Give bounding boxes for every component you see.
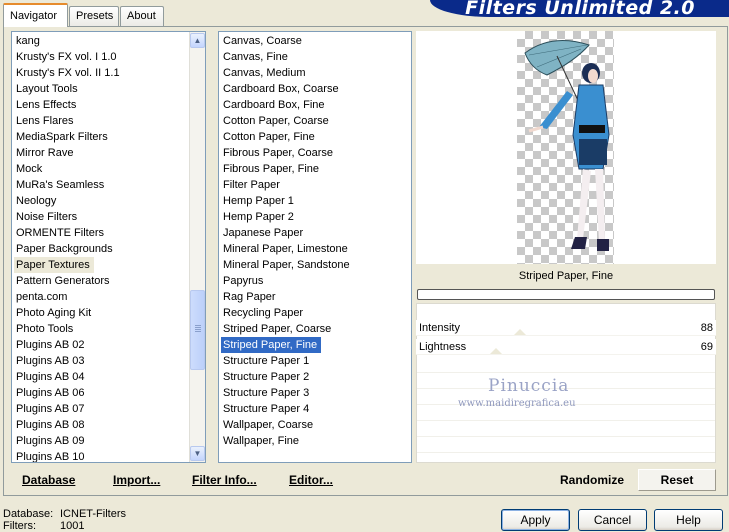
filters-status-value: 1001 [60, 520, 85, 532]
filter-item[interactable]: Cardboard Box, Coarse [221, 81, 409, 97]
category-item[interactable]: Plugins AB 09 [14, 433, 186, 449]
filter-item[interactable]: Structure Paper 4 [221, 401, 409, 417]
watermark-name: Pinuccia [488, 376, 570, 396]
filter-item[interactable]: Papyrus [221, 273, 409, 289]
scroll-up-icon[interactable]: ▲ [190, 33, 205, 48]
import-button[interactable]: Import... [113, 473, 160, 487]
category-item[interactable]: Layout Tools [14, 81, 186, 97]
category-item[interactable]: Mirror Rave [14, 145, 186, 161]
cancel-button[interactable]: Cancel [578, 509, 647, 531]
help-button[interactable]: Help [654, 509, 723, 531]
filter-item[interactable]: Striped Paper, Coarse [221, 321, 409, 337]
editor-button[interactable]: Editor... [289, 473, 333, 487]
scroll-down-icon[interactable]: ▼ [190, 446, 205, 461]
tab-about[interactable]: About [120, 6, 164, 26]
category-item[interactable]: Krusty's FX vol. II 1.1 [14, 65, 186, 81]
filter-item[interactable]: Structure Paper 3 [221, 385, 409, 401]
filter-item[interactable]: Mineral Paper, Limestone [221, 241, 409, 257]
param-lightness[interactable]: Lightness 69 [416, 339, 716, 355]
filter-item[interactable]: Rag Paper [221, 289, 409, 305]
category-item[interactable]: Noise Filters [14, 209, 186, 225]
category-item[interactable]: Paper Textures [14, 257, 94, 273]
filter-item[interactable]: Canvas, Fine [221, 49, 409, 65]
filter-item[interactable]: Structure Paper 1 [221, 353, 409, 369]
filter-item[interactable]: Japanese Paper [221, 225, 409, 241]
category-item[interactable]: Plugins AB 10 [14, 449, 186, 462]
filter-item[interactable]: Structure Paper 2 [221, 369, 409, 385]
category-list[interactable]: kang Krusty's FX vol. I 1.0 Krusty's FX vo… [11, 31, 206, 463]
category-item[interactable]: Neology [14, 193, 186, 209]
slider-thumb-icon[interactable] [514, 329, 526, 335]
filter-item[interactable]: Striped Paper, Fine [221, 337, 322, 353]
empty-param-rows [417, 357, 715, 462]
filter-item[interactable]: Canvas, Medium [221, 65, 409, 81]
tab-presets[interactable]: Presets [69, 6, 119, 26]
category-item[interactable]: Lens Effects [14, 97, 186, 113]
filter-item[interactable]: Recycling Paper [221, 305, 409, 321]
category-item[interactable]: Krusty's FX vol. I 1.0 [14, 49, 186, 65]
randomize-button[interactable]: Randomize [560, 473, 624, 487]
filter-item[interactable]: Cotton Paper, Fine [221, 129, 409, 145]
category-item[interactable]: MediaSpark Filters [14, 129, 186, 145]
filter-item[interactable]: Cotton Paper, Coarse [221, 113, 409, 129]
apply-button[interactable]: Apply [501, 509, 570, 531]
filter-item[interactable]: Filter Paper [221, 177, 409, 193]
preview-image [517, 31, 614, 264]
param-lightness-value: 69 [700, 341, 713, 353]
param-intensity-value: 88 [700, 322, 713, 334]
category-item[interactable]: penta.com [14, 289, 186, 305]
filter-item[interactable]: Fibrous Paper, Coarse [221, 145, 409, 161]
figure-illustration [524, 40, 610, 251]
category-item[interactable]: Paper Backgrounds [14, 241, 186, 257]
database-button[interactable]: Database [22, 473, 75, 487]
title-banner: Filters Unlimited 2.0 [430, 0, 729, 19]
category-item[interactable]: ORMENTE Filters [14, 225, 186, 241]
filter-item[interactable]: Cardboard Box, Fine [221, 97, 409, 113]
category-scrollbar[interactable]: ▲ ▼ [189, 32, 205, 462]
tab-navigator[interactable]: Navigator [3, 3, 68, 27]
category-item[interactable]: kang [14, 33, 186, 49]
filter-item[interactable]: Fibrous Paper, Fine [221, 161, 409, 177]
filters-status-label: Filters: [3, 520, 36, 532]
filter-item[interactable]: Canvas, Coarse [221, 33, 409, 49]
category-item[interactable]: MuRa's Seamless [14, 177, 186, 193]
watermark-url: www.maidiregrafica.eu [458, 398, 576, 409]
reset-button[interactable]: Reset [638, 469, 716, 491]
slider-thumb-icon[interactable] [490, 348, 502, 354]
category-item[interactable]: Plugins AB 03 [14, 353, 186, 369]
param-lightness-label: Lightness [419, 341, 467, 353]
category-item[interactable]: Lens Flares [14, 113, 186, 129]
preview-panel [416, 31, 716, 264]
category-item[interactable]: Plugins AB 08 [14, 417, 186, 433]
category-item[interactable]: Plugins AB 04 [14, 369, 186, 385]
progress-bar [417, 289, 715, 300]
category-item[interactable]: Photo Aging Kit [14, 305, 186, 321]
param-intensity[interactable]: Intensity 88 [416, 320, 716, 336]
category-item[interactable]: Plugins AB 07 [14, 401, 186, 417]
database-status-value: ICNET-Filters [60, 508, 126, 520]
category-item[interactable]: Plugins AB 06 [14, 385, 186, 401]
scrollbar-thumb[interactable] [190, 290, 205, 370]
filter-item[interactable]: Mineral Paper, Sandstone [221, 257, 409, 273]
category-item[interactable]: Mock [14, 161, 186, 177]
param-intensity-label: Intensity [419, 322, 460, 334]
preview-caption: Striped Paper, Fine [518, 270, 614, 282]
category-item[interactable]: Plugins AB 02 [14, 337, 186, 353]
filter-list[interactable]: Canvas, Coarse Canvas, Fine Canvas, Medium… [218, 31, 412, 463]
filter-item[interactable]: Hemp Paper 1 [221, 193, 409, 209]
filter-item[interactable]: Hemp Paper 2 [221, 209, 409, 225]
banner-title: Filters Unlimited 2.0 [465, 0, 695, 19]
filter-item[interactable]: Wallpaper, Fine [221, 433, 409, 449]
filter-item[interactable]: Wallpaper, Coarse [221, 417, 409, 433]
category-item[interactable]: Pattern Generators [14, 273, 186, 289]
category-item[interactable]: Photo Tools [14, 321, 186, 337]
filter-info-button[interactable]: Filter Info... [192, 473, 257, 487]
database-status-label: Database: [3, 508, 54, 520]
